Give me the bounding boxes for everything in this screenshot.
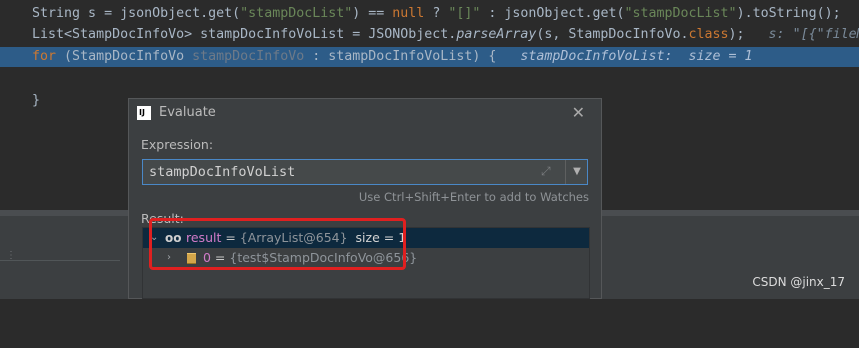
code-keyword: null bbox=[392, 6, 425, 21]
code-line-3-current: for (StampDocInfoVo stampDocInfoVo : sta… bbox=[0, 47, 859, 67]
code-keyword: class bbox=[688, 27, 729, 42]
code-string: "stampDocList" bbox=[240, 6, 353, 21]
intellij-icon: IJ bbox=[137, 106, 151, 120]
code-keyword: for bbox=[0, 49, 57, 64]
code-token: : jsonObject.get( bbox=[480, 6, 625, 21]
code-string: "stampDocList" bbox=[624, 6, 737, 21]
expression-input[interactable] bbox=[143, 160, 563, 184]
code-token: : stampDocInfoVoList) { bbox=[304, 49, 521, 64]
close-icon[interactable]: ✕ bbox=[572, 103, 585, 122]
inline-debug-hint: s: "[{"fileM bbox=[768, 27, 859, 42]
inline-debug-hint: stampDocInfoVoList: size = 1 bbox=[520, 49, 753, 64]
code-unused-var: stampDocInfoVo bbox=[192, 49, 305, 64]
code-token: ) == bbox=[352, 6, 393, 21]
expression-label: Expression: bbox=[141, 137, 214, 152]
code-token: String s = jsonObject.get( bbox=[0, 6, 241, 21]
dialog-title: Evaluate bbox=[159, 105, 216, 120]
drag-handle-icon[interactable]: ⋮ bbox=[6, 251, 16, 265]
expression-combobox[interactable]: ⤢ ▼ bbox=[142, 159, 588, 185]
highlight-annotation bbox=[149, 218, 406, 270]
code-token: (s, StampDocInfoVo. bbox=[536, 27, 689, 42]
code-token: ); bbox=[728, 27, 769, 42]
dropdown-separator bbox=[565, 160, 566, 184]
code-token: (StampDocInfoVo bbox=[56, 49, 193, 64]
dialog-title-bar[interactable]: IJ Evaluate ✕ bbox=[129, 99, 601, 127]
chevron-down-icon[interactable]: ▼ bbox=[567, 160, 587, 184]
code-method: parseArray bbox=[456, 27, 537, 42]
code-line-2: List<StampDocInfoVo> stampDocInfoVoList … bbox=[0, 25, 859, 45]
code-token: ? bbox=[424, 6, 449, 21]
code-token: ).toString(); bbox=[736, 6, 841, 21]
code-token: List<StampDocInfoVo> stampDocInfoVoList … bbox=[0, 27, 457, 42]
expand-icon[interactable]: ⤢ bbox=[541, 164, 551, 179]
panel-separator bbox=[0, 260, 120, 261]
watches-hint: Use Ctrl+Shift+Enter to add to Watches bbox=[358, 190, 589, 204]
code-string: "[]" bbox=[448, 6, 481, 21]
code-token: } bbox=[0, 93, 41, 108]
watermark: CSDN @jinx_17 bbox=[752, 275, 845, 289]
code-line-1: String s = jsonObject.get("stampDocList"… bbox=[0, 4, 859, 24]
